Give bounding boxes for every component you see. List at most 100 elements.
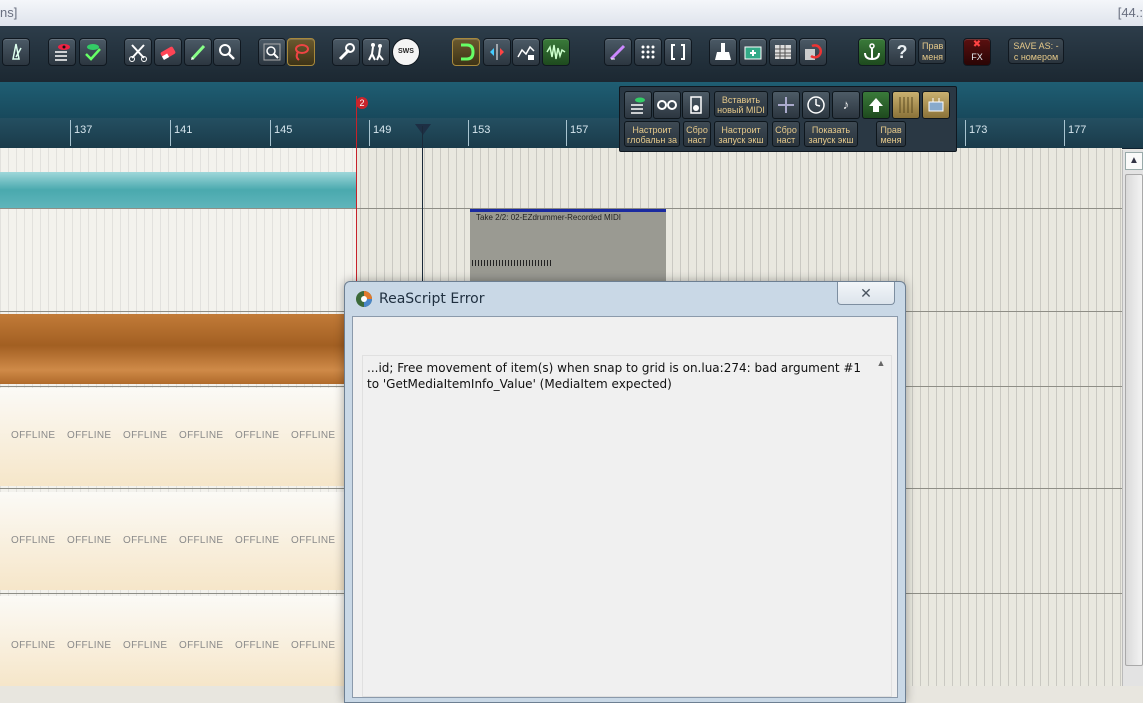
crosshair-icon[interactable] — [772, 91, 800, 119]
bar-tick — [270, 120, 271, 146]
bar-label-173: 173 — [969, 124, 988, 136]
ripple-icon[interactable] — [483, 38, 511, 66]
metronome-icon[interactable] — [2, 38, 30, 66]
snap-icon[interactable] — [452, 38, 480, 66]
window-title-left: ns] — [0, 5, 18, 20]
midi-notes — [472, 260, 552, 266]
scissors-icon[interactable] — [124, 38, 152, 66]
clock-icon[interactable] — [802, 91, 830, 119]
search-icon[interactable] — [258, 38, 286, 66]
show-launch-button[interactable]: Показать запуск экш — [804, 121, 858, 147]
offline-label: OFFLINE — [291, 535, 336, 546]
scroll-up-icon[interactable]: ▲ — [1125, 152, 1143, 170]
offline-label: OFFLINE — [123, 535, 168, 546]
zoom-icon[interactable] — [213, 38, 241, 66]
anchor-icon[interactable] — [858, 38, 886, 66]
chevron-up-icon[interactable]: ▲ — [875, 358, 887, 370]
bar-label-177: 177 — [1068, 124, 1087, 136]
bar-label-141: 141 — [174, 124, 193, 136]
marker-2[interactable]: 2 — [356, 97, 368, 109]
help-label: ? — [896, 42, 908, 62]
dialog-title: ReaScript Error — [379, 291, 485, 307]
eraser-icon[interactable] — [154, 38, 182, 66]
timeline-ruler[interactable]: 137 141 145 149 153 157 173 177 — [0, 118, 1143, 149]
wrench-icon[interactable] — [332, 38, 360, 66]
offline-label: OFFLINE — [179, 430, 224, 441]
grid-icon[interactable] — [634, 38, 662, 66]
reaper-logo-icon — [355, 290, 373, 308]
playhead-line — [422, 126, 423, 296]
edit-pen-icon[interactable] — [604, 38, 632, 66]
mixer-eye-icon[interactable] — [624, 91, 652, 119]
walkers-icon[interactable] — [362, 38, 390, 66]
offline-label: OFFLINE — [67, 640, 112, 651]
midi-item-label: Take 2/2: 02-EZdrummer-Recorded MIDI — [476, 213, 621, 222]
offline-label: OFFLINE — [67, 535, 112, 546]
fx-x-icon: ✖ — [972, 39, 982, 50]
offline-label: OFFLINE — [67, 430, 112, 441]
music-note-icon[interactable]: ♪ — [832, 91, 860, 119]
vertical-scrollbar[interactable]: ▲ — [1122, 150, 1143, 686]
dialog-client-area: ...id; Free movement of item(s) when sna… — [352, 316, 898, 698]
waveform-icon[interactable] — [542, 38, 570, 66]
pravmenya-button-2[interactable]: Прав меня — [876, 121, 906, 147]
sws-label: SWS — [398, 48, 414, 55]
bar-label-149: 149 — [373, 124, 392, 136]
table-icon[interactable] — [769, 38, 797, 66]
offline-label: OFFLINE — [123, 640, 168, 651]
folder-plus-icon[interactable] — [739, 38, 767, 66]
offline-label: OFFLINE — [179, 640, 224, 651]
scroll-thumb[interactable] — [1125, 174, 1143, 666]
media-item-orange[interactable] — [0, 314, 356, 384]
bar-tick — [965, 120, 966, 146]
offline-label: OFFLINE — [291, 640, 336, 651]
pravmenya-button[interactable]: Прав меня — [918, 38, 946, 64]
fx-label: FX — [971, 52, 983, 62]
offline-label: OFFLINE — [11, 640, 56, 651]
main-toolbar: SWS ? Прав меня ✖ FX SAVE AS: - с номеро… — [0, 26, 1143, 82]
offline-label: OFFLINE — [11, 430, 56, 441]
bar-tick — [170, 120, 171, 146]
offline-label: OFFLINE — [291, 430, 336, 441]
render-icon[interactable] — [799, 38, 827, 66]
bar-label-153: 153 — [472, 124, 491, 136]
offline-label: OFFLINE — [123, 430, 168, 441]
sws-icon[interactable]: SWS — [392, 38, 420, 66]
launch-settings-button[interactable]: Настроит запуск экш — [714, 121, 768, 147]
ruler-region-lane[interactable] — [0, 82, 1143, 118]
global-settings-button[interactable]: Настроит глобальн за — [624, 121, 680, 147]
playhead-triangle-icon[interactable] — [415, 124, 431, 135]
help-icon[interactable]: ? — [888, 38, 916, 66]
floating-toolbar: Вставить новый MIDI ♪ Настроит глобальн … — [619, 86, 957, 152]
broom-icon[interactable] — [709, 38, 737, 66]
error-message-text[interactable]: ...id; Free movement of item(s) when sna… — [362, 355, 892, 697]
arrow-up-icon[interactable] — [862, 91, 890, 119]
bar-tick — [70, 120, 71, 146]
window-title-right: [44.: — [1117, 5, 1143, 20]
fx-button[interactable]: ✖ FX — [963, 38, 991, 66]
insert-midi-button[interactable]: Вставить новый MIDI — [714, 91, 768, 117]
bar-tick — [468, 120, 469, 146]
checkmark-eye-icon[interactable] — [79, 38, 107, 66]
close-button[interactable]: ✕ — [837, 282, 895, 305]
reset-settings-button-1[interactable]: Сбро наст — [683, 121, 711, 147]
envelope-lock-icon[interactable] — [512, 38, 540, 66]
mixer-eye-icon[interactable] — [48, 38, 76, 66]
bar-label-137: 137 — [74, 124, 93, 136]
route-icon[interactable] — [922, 91, 950, 119]
bar-tick — [566, 120, 567, 146]
save-as-button[interactable]: SAVE AS: - с номером — [1008, 38, 1064, 64]
bar-tick — [369, 120, 370, 146]
offline-label: OFFLINE — [179, 535, 224, 546]
bar-label-157: 157 — [570, 124, 589, 136]
offline-label: OFFLINE — [235, 430, 280, 441]
tape-icon[interactable] — [653, 91, 681, 119]
grid-lines-icon[interactable] — [892, 91, 920, 119]
offline-label: OFFLINE — [11, 535, 56, 546]
pencil-icon[interactable] — [184, 38, 212, 66]
media-item-teal[interactable] — [0, 172, 356, 208]
bracket-icon[interactable] — [664, 38, 692, 66]
lasso-icon[interactable] — [287, 38, 315, 66]
speaker-icon[interactable] — [682, 91, 710, 119]
reset-settings-button-2[interactable]: Сбро наст — [772, 121, 800, 147]
